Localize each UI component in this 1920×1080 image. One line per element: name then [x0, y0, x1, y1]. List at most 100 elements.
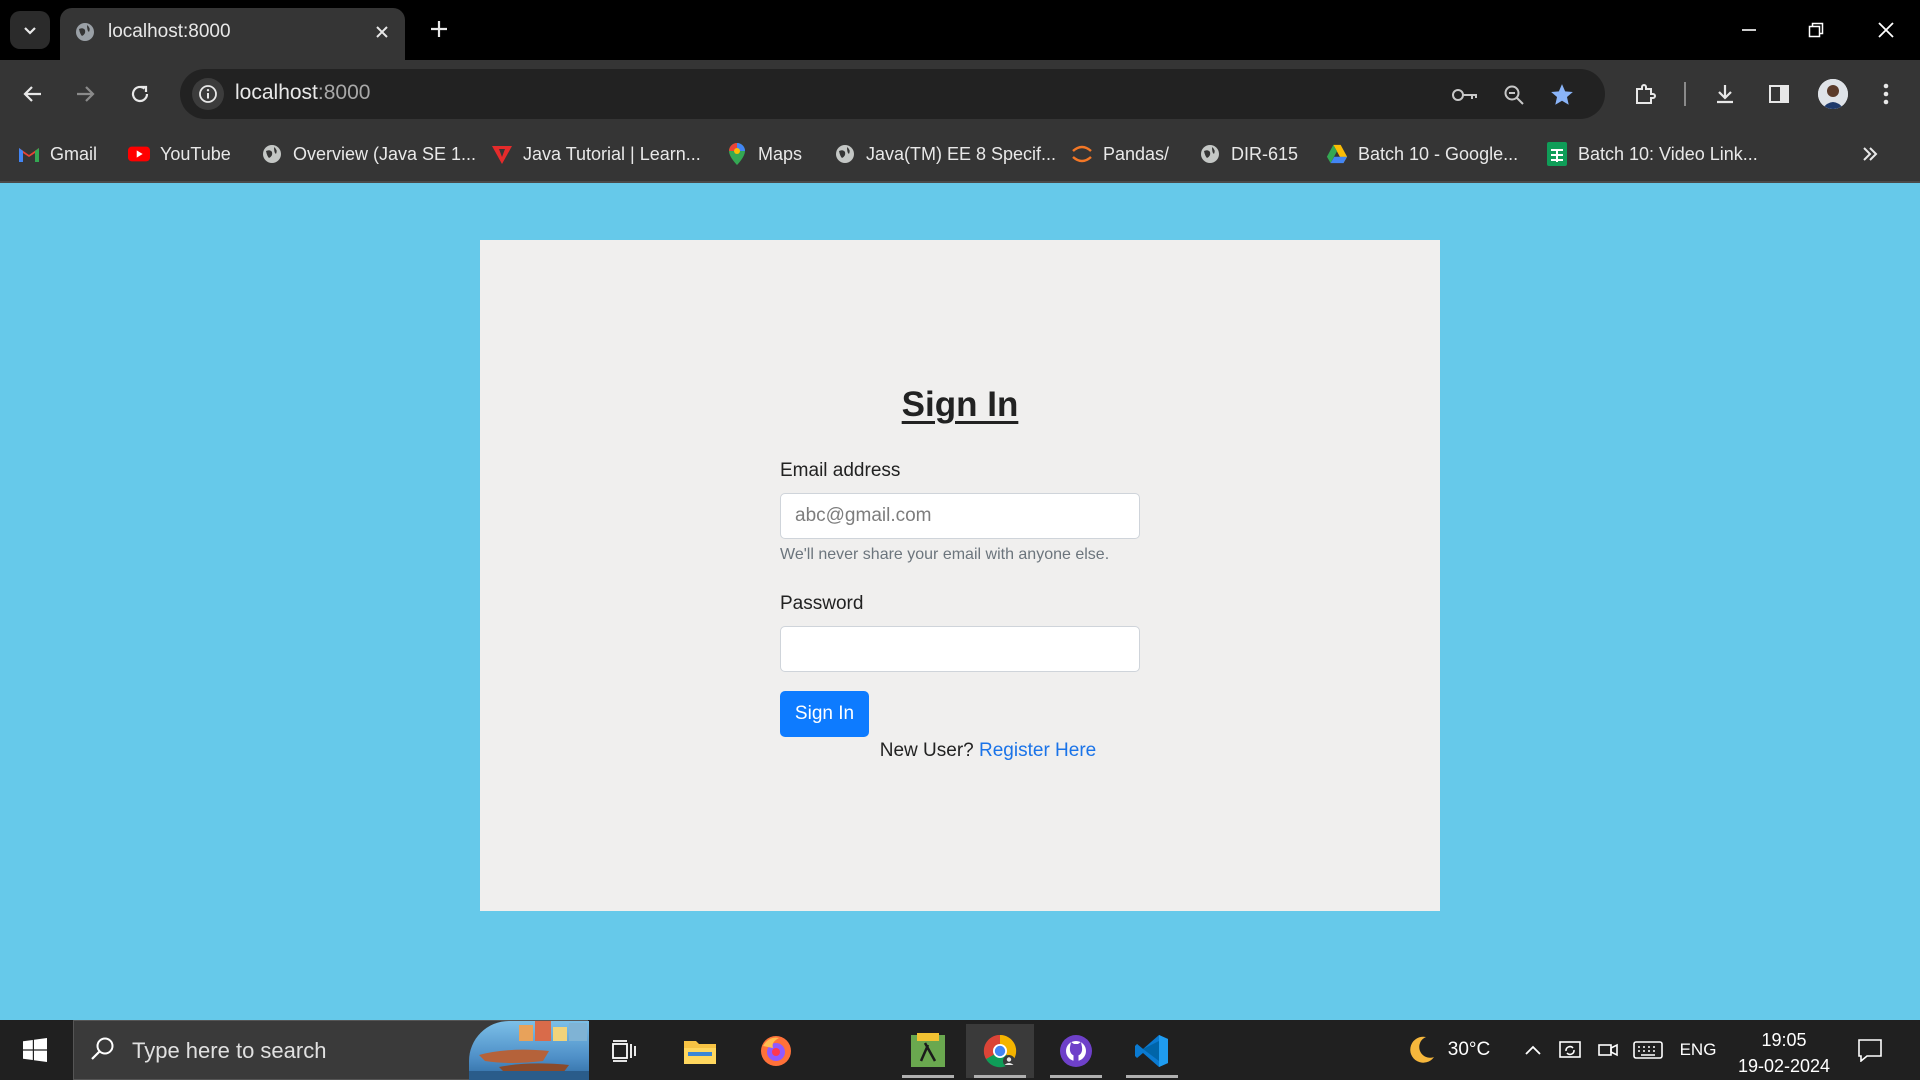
- email-field[interactable]: [780, 493, 1140, 539]
- key-icon[interactable]: [1449, 79, 1481, 111]
- taskbar-search[interactable]: Type here to search: [73, 1020, 589, 1080]
- system-clock[interactable]: 19:05 19-02-2024: [1724, 1027, 1844, 1079]
- search-highlight-image: [469, 1021, 589, 1080]
- tab-title: localhost:8000: [108, 21, 231, 42]
- weather-temperature: 30°C: [1447, 1039, 1491, 1060]
- gmail-icon: [18, 143, 40, 165]
- notification-icon: [1858, 1039, 1882, 1062]
- bookmark-java-tutorial[interactable]: Java Tutorial | Learn...: [491, 140, 701, 168]
- address-bar[interactable]: localhost:8000: [180, 69, 1605, 119]
- new-tab-button[interactable]: [424, 14, 454, 44]
- forward-button[interactable]: [65, 74, 105, 114]
- close-icon: [1878, 22, 1894, 38]
- tab-search-button[interactable]: [10, 11, 50, 49]
- task-view-button[interactable]: [590, 1024, 658, 1078]
- browser-toolbar: localhost:8000 Gmail YouTube Overview (J…: [0, 60, 1920, 183]
- profile-avatar[interactable]: [1818, 79, 1848, 109]
- forward-arrow-icon: [77, 86, 95, 102]
- lambda-app[interactable]: [894, 1024, 962, 1078]
- touch-keyboard-button[interactable]: [1630, 1020, 1666, 1080]
- page-title: Sign In: [901, 385, 1019, 424]
- meet-now-tray-icon[interactable]: [1592, 1020, 1624, 1080]
- double-chevron-right-icon: [1863, 147, 1878, 161]
- input-language[interactable]: ENG: [1672, 1020, 1724, 1080]
- firefox-app[interactable]: [742, 1024, 810, 1078]
- globe-icon: [261, 143, 283, 165]
- bookmark-pandas[interactable]: Pandas/: [1071, 140, 1169, 168]
- side-panel-icon[interactable]: [1759, 74, 1799, 114]
- new-user-text: New User?: [879, 740, 974, 761]
- email-help-text: We'll never share your email with anyone…: [780, 546, 1110, 563]
- github-desktop-app[interactable]: [1042, 1024, 1110, 1078]
- github-icon: [1060, 1035, 1092, 1067]
- minimize-button[interactable]: [1726, 10, 1772, 50]
- register-prompt: New User? Register Here: [480, 740, 1440, 762]
- clock-date: 19-02-2024: [1737, 1056, 1831, 1076]
- menu-kebab-icon[interactable]: [1866, 74, 1906, 114]
- sync-tray-icon[interactable]: [1554, 1020, 1586, 1080]
- show-hidden-icons-button[interactable]: [1518, 1020, 1548, 1080]
- vscode-icon: [1135, 1035, 1168, 1067]
- bookmark-maps[interactable]: Maps: [726, 140, 802, 168]
- bookmark-dir615[interactable]: DIR-615: [1199, 140, 1298, 168]
- email-label: Email address: [780, 460, 901, 481]
- youtube-icon: [128, 143, 150, 165]
- running-indicator: [902, 1075, 954, 1078]
- back-arrow-icon: [23, 86, 41, 102]
- jupyter-icon: [1071, 143, 1093, 165]
- restore-button[interactable]: [1793, 10, 1839, 50]
- search-placeholder: Type here to search: [132, 1038, 327, 1063]
- running-indicator: [1126, 1075, 1178, 1078]
- chrome-icon: [983, 1034, 1017, 1068]
- reload-icon: [131, 85, 149, 103]
- bookmark-star-icon[interactable]: [1546, 79, 1578, 111]
- taskbar: Type here to search 30°C ENG 19:05 19-02…: [0, 1020, 1920, 1080]
- file-explorer-app[interactable]: [666, 1024, 734, 1078]
- bookmark-youtube[interactable]: YouTube: [128, 140, 231, 168]
- close-window-button[interactable]: [1863, 10, 1909, 50]
- lambda-app-icon: [911, 1033, 945, 1067]
- chevron-up-icon: [1525, 1045, 1541, 1055]
- folder-icon: [684, 1041, 716, 1064]
- globe-icon: [74, 21, 96, 48]
- camera-icon: [1598, 1043, 1618, 1057]
- running-indicator: [974, 1075, 1026, 1078]
- clock-time: 19:05: [1761, 1030, 1807, 1050]
- site-info-icon[interactable]: [192, 78, 224, 110]
- globe-icon: [834, 143, 856, 165]
- task-view-icon: [612, 1040, 636, 1062]
- bookmark-gmail[interactable]: Gmail: [18, 140, 97, 168]
- sheets-icon: [1546, 142, 1568, 166]
- downloads-icon[interactable]: [1705, 74, 1745, 114]
- firefox-icon: [761, 1036, 791, 1066]
- globe-icon: [1199, 143, 1221, 165]
- more-bookmarks-button[interactable]: [1856, 140, 1884, 168]
- bookmark-java-overview[interactable]: Overview (Java SE 1...: [261, 140, 476, 168]
- reload-button[interactable]: [120, 74, 160, 114]
- password-field[interactable]: [780, 626, 1140, 672]
- start-button[interactable]: [0, 1020, 70, 1080]
- chrome-app[interactable]: [966, 1024, 1034, 1078]
- url-text: localhost:8000: [235, 81, 371, 104]
- bookmark-batch10-sheets[interactable]: Batch 10: Video Link...: [1546, 140, 1758, 168]
- chevron-down-icon: [24, 27, 36, 35]
- back-button[interactable]: [13, 74, 53, 114]
- minimize-icon: [1742, 29, 1756, 31]
- restore-icon: [1808, 22, 1824, 38]
- bookmark-batch10-drive[interactable]: Batch 10 - Google...: [1326, 140, 1518, 168]
- weather-widget[interactable]: 30°C: [1392, 1020, 1502, 1080]
- notifications-button[interactable]: [1852, 1020, 1888, 1080]
- extensions-icon[interactable]: [1625, 74, 1665, 114]
- register-link[interactable]: Register Here: [979, 740, 1096, 761]
- toolbar-divider: [0, 181, 1920, 183]
- bookmark-java-ee[interactable]: Java(TM) EE 8 Specif...: [834, 140, 1056, 168]
- keyboard-icon: [1633, 1041, 1663, 1059]
- sync-icon: [1559, 1041, 1581, 1058]
- tab-strip: localhost:8000: [0, 0, 1920, 60]
- vscode-app[interactable]: [1118, 1024, 1186, 1078]
- close-tab-icon[interactable]: [370, 20, 394, 44]
- signin-button[interactable]: Sign In: [780, 691, 869, 737]
- browser-tab[interactable]: localhost:8000: [60, 8, 405, 60]
- windows-logo-icon: [23, 1038, 47, 1062]
- zoom-icon[interactable]: [1498, 79, 1530, 111]
